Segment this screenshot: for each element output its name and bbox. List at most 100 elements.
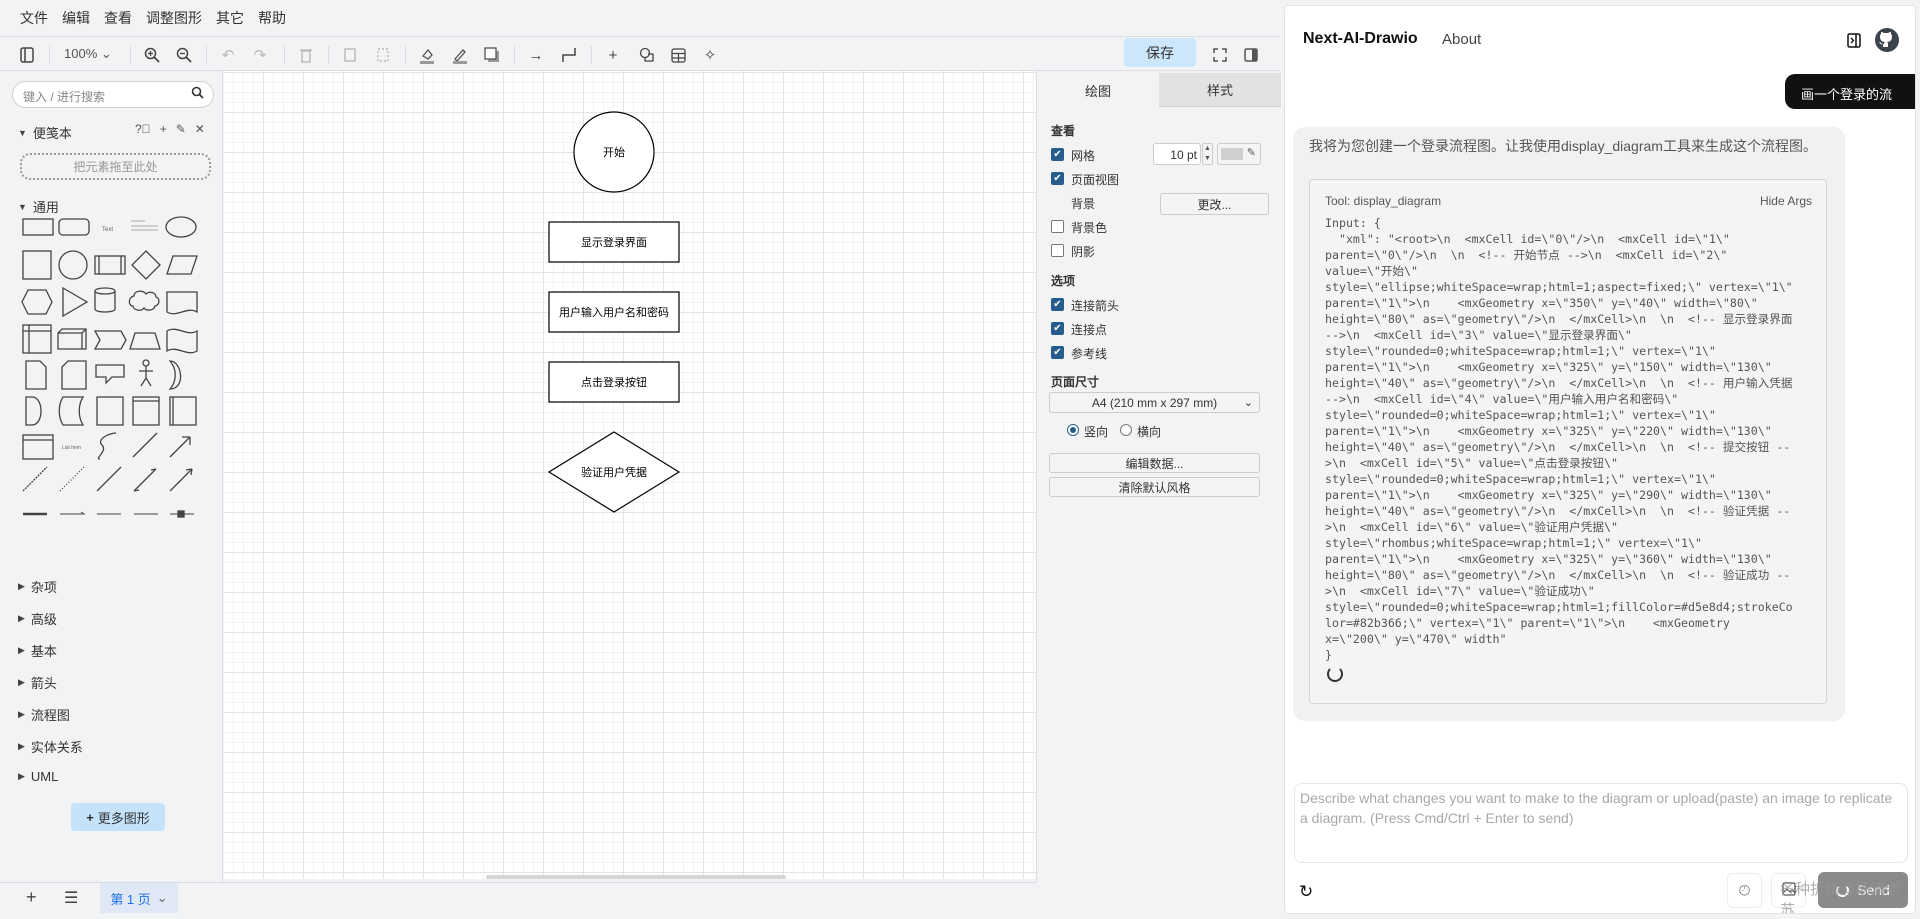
- portrait-radio[interactable]: [1067, 424, 1079, 436]
- section-flowchart[interactable]: ▶ 流程图: [18, 705, 70, 724]
- help-icon[interactable]: ?⃝: [135, 122, 151, 136]
- shadow-icon[interactable]: [482, 45, 502, 65]
- connection-points-checkbox[interactable]: ✔: [1051, 322, 1064, 335]
- section-label: 箭头: [30, 676, 57, 691]
- menu-view[interactable]: 查看: [104, 8, 132, 28]
- clear-default-style-button[interactable]: 清除默认风格: [1049, 477, 1260, 497]
- waypoint-icon[interactable]: [559, 45, 579, 65]
- menu-file[interactable]: 文件: [20, 8, 48, 28]
- app-title: Next-AI-Drawio: [1303, 30, 1418, 47]
- zoom-out-icon[interactable]: [174, 45, 194, 65]
- to-back-icon[interactable]: [373, 45, 393, 65]
- add-icon[interactable]: +: [160, 122, 167, 136]
- diagram-node-verify[interactable]: 验证用户凭据: [547, 431, 681, 513]
- section-basic[interactable]: ▶ 基本: [18, 641, 57, 660]
- insert-plus-icon[interactable]: +: [603, 45, 623, 65]
- caret-right-icon: ▶: [18, 771, 25, 781]
- fullscreen-icon[interactable]: [1210, 45, 1230, 65]
- background-color-checkbox[interactable]: [1051, 220, 1064, 233]
- page-tab-label: 第 1 页: [110, 891, 151, 907]
- shapes-icon[interactable]: [637, 45, 657, 65]
- diagram-node-start[interactable]: 开始: [573, 111, 655, 193]
- page-tab[interactable]: 第 1 页 ⌄: [100, 883, 178, 913]
- zoom-dropdown[interactable]: 100% ⌄: [64, 46, 112, 62]
- menu-extras[interactable]: 其它: [216, 8, 244, 28]
- diagram-node-click-login[interactable]: 点击登录按钮: [548, 361, 680, 403]
- to-front-icon[interactable]: [340, 45, 360, 65]
- caret-down-icon: ▼: [18, 201, 27, 212]
- collapse-panel-icon[interactable]: [1241, 45, 1261, 65]
- zoom-in-icon[interactable]: [142, 45, 162, 65]
- code-line: height=\"80\" as=\"geometry\"/>\n </mxCe…: [1325, 568, 1791, 582]
- connection-arrow-icon[interactable]: →: [526, 45, 546, 65]
- section-arrows[interactable]: ▶ 箭头: [18, 673, 57, 692]
- grid-color-button[interactable]: ✎: [1217, 143, 1261, 165]
- tab-label: 绘图: [1084, 83, 1111, 99]
- general-shapes-palette[interactable]: Text List Item: [20, 211, 200, 551]
- close-icon[interactable]: ✕: [195, 122, 205, 136]
- landscape-radio[interactable]: [1120, 424, 1132, 436]
- diagram-canvas[interactable]: 开始 显示登录界面 用户输入用户名和密码 点击登录按钮 验证用户凭据: [224, 71, 1036, 879]
- eyedropper-icon: ✎: [1246, 147, 1256, 159]
- page-size-select[interactable]: A4 (210 mm x 297 mm) ⌄: [1049, 392, 1260, 413]
- table-icon[interactable]: [668, 45, 688, 65]
- section-advanced[interactable]: ▶ 高级: [18, 609, 57, 628]
- about-link[interactable]: About: [1442, 31, 1481, 48]
- reset-chat-icon[interactable]: ↻: [1299, 882, 1313, 902]
- scratchpad-header[interactable]: ▼ 便笺本: [18, 123, 72, 142]
- fill-color-icon[interactable]: [417, 45, 437, 65]
- hide-args-button[interactable]: Hide Args: [1760, 194, 1812, 208]
- grid-label: 网格: [1071, 149, 1096, 163]
- line-color-icon[interactable]: [450, 45, 470, 65]
- hide-chat-icon[interactable]: [1847, 33, 1861, 53]
- section-label: 流程图: [30, 708, 70, 723]
- shadow-checkbox[interactable]: [1051, 244, 1064, 257]
- add-page-icon[interactable]: +: [26, 887, 37, 908]
- change-background-button[interactable]: 更改...: [1160, 193, 1269, 215]
- diagram-node-input-credentials[interactable]: 用户输入用户名和密码: [548, 291, 680, 333]
- grid-size-input[interactable]: 10 pt: [1153, 143, 1201, 165]
- grid-size-stepper[interactable]: ▲ ▼: [1202, 143, 1213, 165]
- code-line: height=\"40\" as=\"geometry\"/>\n </mxCe…: [1325, 376, 1793, 390]
- code-line: "xml": "<root>\n <mxCell id=\"0\"/>\n <m…: [1325, 232, 1730, 246]
- scratchpad-drop-zone[interactable]: 把元素拖至此处: [20, 153, 211, 180]
- shape-search-input[interactable]: 键入 / 进行搜索: [12, 81, 214, 108]
- chat-input[interactable]: Describe what changes you want to make t…: [1294, 783, 1908, 863]
- diagram-node-show-login[interactable]: 显示登录界面: [548, 221, 680, 263]
- portrait-label: 竖向: [1084, 425, 1109, 439]
- menu-arrange[interactable]: 调整图形: [146, 8, 202, 28]
- edit-data-button[interactable]: 编辑数据...: [1049, 453, 1260, 473]
- section-entity-relation[interactable]: ▶ 实体关系: [18, 737, 83, 756]
- caret-right-icon: ▶: [18, 645, 25, 655]
- section-misc[interactable]: ▶ 杂项: [18, 577, 57, 596]
- section-uml[interactable]: ▶ UML: [18, 769, 58, 784]
- page-view-checkbox[interactable]: ✔: [1051, 172, 1064, 185]
- delete-icon[interactable]: [296, 45, 316, 65]
- ai-sparkle-icon[interactable]: ✧: [700, 45, 720, 65]
- history-button[interactable]: 🕘︎: [1727, 873, 1762, 908]
- caret-right-icon: ▶: [18, 613, 25, 623]
- github-icon[interactable]: [1875, 28, 1899, 52]
- horizontal-scrollbar[interactable]: [486, 875, 786, 879]
- menu-help[interactable]: 帮助: [258, 8, 286, 28]
- connection-arrows-checkbox[interactable]: ✔: [1051, 298, 1064, 311]
- edit-pencil-icon[interactable]: ✎: [176, 122, 186, 136]
- page-size-heading: 页面尺寸: [1051, 375, 1100, 389]
- more-shapes-button[interactable]: + 更多图形: [71, 803, 165, 831]
- code-line: parent=\"1\">\n <mxGeometry x=\"325\" y=…: [1325, 488, 1772, 502]
- code-line: parent=\"1\">\n <mxGeometry x=\"325\" y=…: [1325, 552, 1772, 566]
- save-button[interactable]: 保存: [1124, 38, 1196, 67]
- grid-checkbox[interactable]: ✔: [1051, 148, 1064, 161]
- undo-icon[interactable]: ↶: [218, 45, 238, 65]
- section-label: 高级: [30, 612, 57, 627]
- pages-menu-icon[interactable]: ☰: [64, 888, 78, 908]
- tab-diagram[interactable]: 绘图: [1037, 73, 1159, 107]
- format-panel-toggle-icon[interactable]: [17, 45, 37, 65]
- code-line: style=\"rounded=0;whiteSpace=wrap;html=1…: [1325, 344, 1716, 358]
- redo-icon[interactable]: ↷: [250, 45, 270, 65]
- menu-edit[interactable]: 编辑: [62, 8, 90, 28]
- search-icon[interactable]: [191, 86, 204, 102]
- guides-checkbox[interactable]: ✔: [1051, 346, 1064, 359]
- code-line: style=\"ellipse;whiteSpace=wrap;html=1;a…: [1325, 280, 1793, 294]
- tab-style[interactable]: 样式: [1159, 73, 1281, 107]
